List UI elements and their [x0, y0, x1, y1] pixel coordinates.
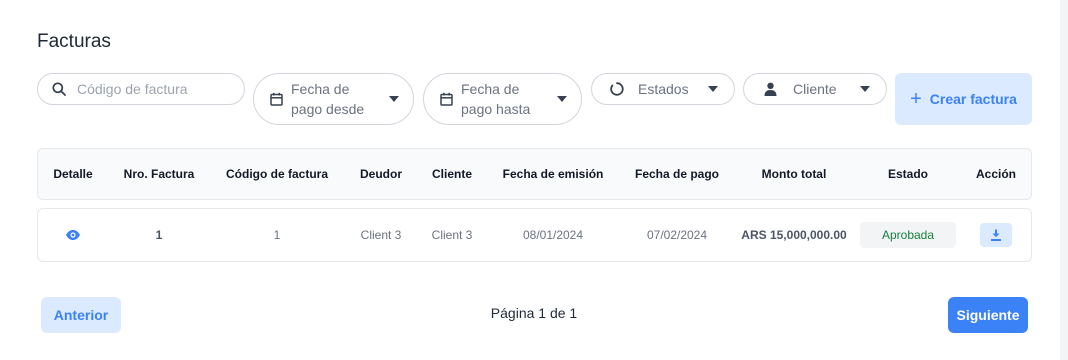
table-header: Detalle Nro. Factura Código de factura D…	[37, 148, 1032, 200]
page-info-label: Página 1 de 1	[490, 305, 578, 321]
download-button[interactable]	[980, 209, 1012, 261]
fecha-pago-desde-picker[interactable]: Fecha de pago desde	[253, 73, 414, 125]
column-header-estado: Estado	[887, 167, 929, 181]
cell-monto-total: ARS 15,000,000.00	[741, 228, 847, 242]
search-icon	[52, 82, 66, 96]
cell-nro-factura: 1	[155, 228, 163, 242]
caret-down-icon	[708, 86, 718, 92]
column-header-fecha-pago: Fecha de pago	[634, 167, 720, 181]
column-header-deudor: Deudor	[360, 167, 402, 181]
invoices-panel: Facturas Código de factura Fecha de pago…	[0, 0, 1060, 360]
search-input[interactable]: Código de factura	[37, 73, 245, 105]
cliente-select[interactable]: Cliente	[743, 73, 887, 105]
cell-fecha-pago: 07/02/2024	[646, 228, 708, 242]
estados-label: Estados	[638, 81, 689, 97]
page-title: Facturas	[37, 31, 111, 52]
estados-select[interactable]: Estados	[591, 73, 735, 105]
search-placeholder: Código de factura	[77, 81, 188, 97]
cell-fecha-emision: 08/01/2024	[522, 228, 584, 242]
column-header-monto-total: Monto total	[761, 167, 827, 181]
create-invoice-button[interactable]: + Crear factura	[895, 73, 1032, 125]
caret-down-icon	[389, 96, 399, 102]
pagination-info: Página 1 de 1	[0, 305, 1068, 321]
column-header-accion: Acción	[975, 167, 1017, 181]
cell-deudor: Client 3	[360, 228, 402, 242]
circle-spinner-icon	[610, 82, 624, 96]
column-header-fecha-emision: Fecha de emisión	[502, 167, 604, 181]
cell-codigo-factura: 1	[273, 228, 281, 242]
caret-down-icon	[860, 86, 870, 92]
caret-down-icon	[557, 96, 567, 102]
status-badge: Aprobada	[859, 209, 957, 261]
status-badge-label: Aprobada	[859, 222, 957, 248]
column-header-nro-factura: Nro. Factura	[123, 167, 195, 181]
plus-icon: +	[910, 88, 922, 110]
column-header-detalle: Detalle	[53, 167, 93, 181]
next-page-button[interactable]: Siguiente	[948, 297, 1028, 333]
column-header-codigo-factura: Código de factura	[225, 167, 329, 181]
cliente-label: Cliente	[793, 81, 837, 97]
download-icon	[991, 229, 1001, 241]
fecha-hasta-label: Fecha de pago hasta	[461, 81, 531, 117]
cell-cliente: Client 3	[431, 228, 473, 242]
download-button-box[interactable]	[980, 223, 1012, 247]
column-header-cliente: Cliente	[431, 167, 473, 181]
create-invoice-label: Crear factura	[929, 91, 1017, 107]
view-detail-button[interactable]	[66, 209, 81, 261]
table-row: 1 1 Client 3 Client 3 08/01/2024 07/02/2…	[37, 208, 1032, 262]
calendar-icon	[440, 92, 453, 106]
calendar-icon	[270, 92, 283, 106]
fecha-pago-hasta-picker[interactable]: Fecha de pago hasta	[423, 73, 582, 125]
fecha-desde-label: Fecha de pago desde	[291, 81, 365, 117]
user-icon	[764, 82, 777, 96]
eye-icon	[66, 230, 80, 240]
